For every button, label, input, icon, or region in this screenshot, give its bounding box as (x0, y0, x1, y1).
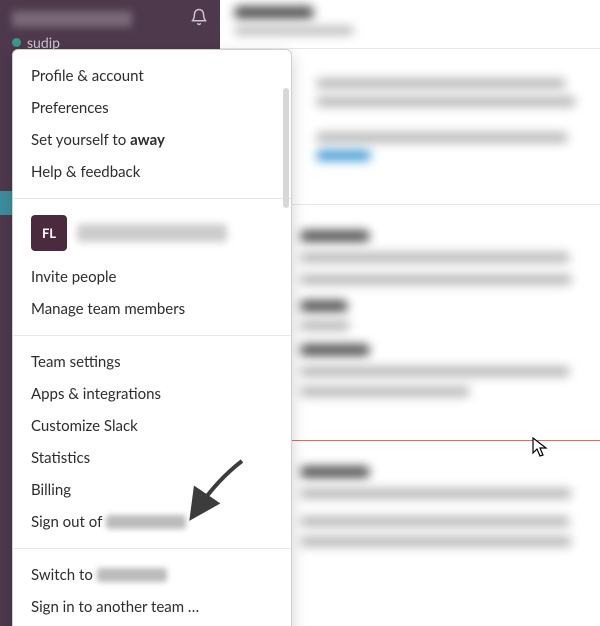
menu-manage-team[interactable]: Manage team members (13, 293, 291, 325)
chat-link-blur (316, 150, 371, 161)
menu-scrollbar[interactable] (283, 88, 289, 208)
chat-line (316, 78, 566, 89)
menu-preferences[interactable]: Preferences (13, 92, 291, 124)
menu-separator (13, 198, 291, 199)
menu-profile-account[interactable]: Profile & account (13, 60, 291, 92)
chat-header-sub-blur (234, 26, 354, 35)
chat-header-title-blur (234, 6, 314, 19)
menu-sign-out[interactable]: Sign out of (13, 506, 291, 538)
menu-set-away[interactable]: Set yourself to away (13, 124, 291, 156)
chat-line (300, 274, 572, 285)
workspace-badge: FL (31, 215, 67, 251)
bell-icon[interactable] (190, 8, 208, 30)
chat-line (300, 320, 350, 331)
signout-team-blurred (106, 515, 186, 529)
menu-away-prefix: Set yourself to (31, 131, 130, 149)
app-root: sudip Profile & account Preferences (0, 0, 600, 626)
chat-line (300, 488, 572, 499)
menu-statistics[interactable]: Statistics (13, 442, 291, 474)
chat-line (316, 132, 568, 143)
menu-separator (13, 335, 291, 336)
switch-team-blurred (97, 568, 167, 582)
chat-sender (300, 300, 348, 312)
chat-line (300, 516, 570, 527)
menu-customize-slack[interactable]: Customize Slack (13, 410, 291, 442)
chat-sender (300, 344, 370, 356)
chat-line (300, 536, 572, 547)
menu-signout-prefix: Sign out of (31, 513, 106, 531)
menu-billing[interactable]: Billing (13, 474, 291, 506)
menu-switch-team[interactable]: Switch to (13, 559, 291, 591)
workspace-label-blurred (77, 224, 227, 242)
menu-away-word: away (130, 131, 165, 149)
menu-invite-people[interactable]: Invite people (13, 261, 291, 293)
chat-sender (300, 466, 370, 478)
chat-line (300, 386, 470, 397)
menu-workspace-block[interactable]: FL (13, 209, 291, 261)
menu-signin-another-team[interactable]: Sign in to another team … (13, 591, 291, 623)
chat-line (316, 96, 576, 107)
menu-separator (13, 548, 291, 549)
presence-dot-icon (12, 38, 21, 47)
chat-line (300, 366, 570, 377)
workspace-menu: Profile & account Preferences Set yourse… (12, 49, 292, 626)
workspace-name-blurred (12, 11, 132, 27)
sidebar-header[interactable] (0, 0, 220, 32)
menu-switch-prefix: Switch to (31, 566, 97, 584)
chat-sender (300, 230, 370, 242)
menu-apps-integrations[interactable]: Apps & integrations (13, 378, 291, 410)
menu-team-settings[interactable]: Team settings (13, 346, 291, 378)
menu-help-feedback[interactable]: Help & feedback (13, 156, 291, 188)
chat-line (300, 252, 570, 263)
